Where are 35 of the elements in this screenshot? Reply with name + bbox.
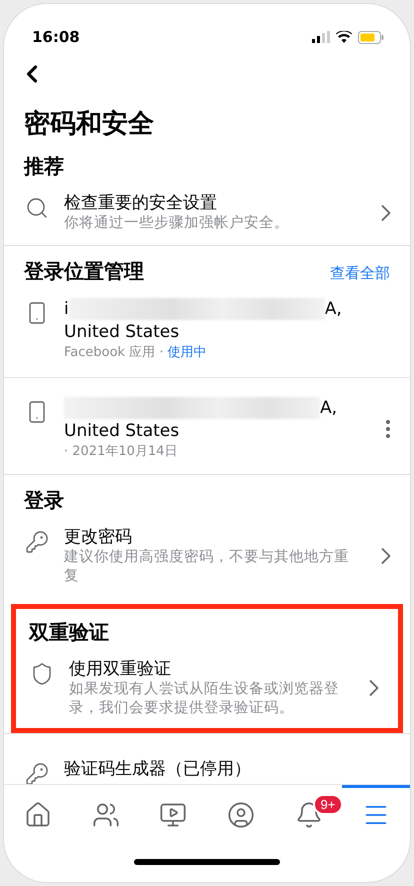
page-title: 密码和安全 <box>24 108 155 141</box>
status-time: 16:08 <box>32 28 80 46</box>
device-location: United States <box>64 321 180 343</box>
setting-description: 如果发现有人尝试从陌生设备或浏览器登录，我们会要求提供登录验证码。 <box>69 680 340 718</box>
setting-title[interactable]: 更改密码 <box>64 526 358 548</box>
section-heading: 登录位置管理 <box>24 258 144 285</box>
section-heading: 双重验证 <box>29 619 109 646</box>
section-heading: 登录 <box>24 487 64 514</box>
setting-title[interactable]: 使用双重验证 <box>69 658 346 680</box>
key-icon <box>25 530 49 554</box>
device-name: i <box>64 298 69 320</box>
device-meta: Facebook 应用 · <box>64 344 164 362</box>
video-icon <box>159 801 188 829</box>
friends-icon <box>92 801 120 829</box>
bell-tab[interactable]: 9+ <box>274 785 342 842</box>
section-heading: 推荐 <box>24 153 64 180</box>
device-name: A, <box>324 298 342 320</box>
wifi-icon <box>336 31 352 43</box>
setting-title[interactable]: 检查重要的安全设置 <box>64 192 358 214</box>
signal-icon <box>312 31 330 43</box>
device-name: A, <box>320 397 338 419</box>
home-icon <box>24 801 52 829</box>
bell-icon <box>294 801 323 829</box>
search-icon <box>25 196 49 220</box>
setting-title[interactable]: 验证码生成器（已停用） <box>64 758 400 780</box>
device-location: United States <box>64 420 180 442</box>
key-icon <box>25 762 49 784</box>
profile-icon <box>226 801 255 829</box>
active-status: 使用中 <box>167 344 206 362</box>
battery-icon <box>358 30 384 44</box>
notification-badge: 9+ <box>312 794 344 815</box>
see-all-link[interactable]: 查看全部 <box>330 264 390 283</box>
setting-description: 建议你使用高强度密码，不要与其他地方重复 <box>64 548 350 586</box>
setting-description: 你将通过一些步骤加强帐户安全。 <box>64 214 290 233</box>
device-meta: · 2021年10月14日 <box>64 443 178 461</box>
